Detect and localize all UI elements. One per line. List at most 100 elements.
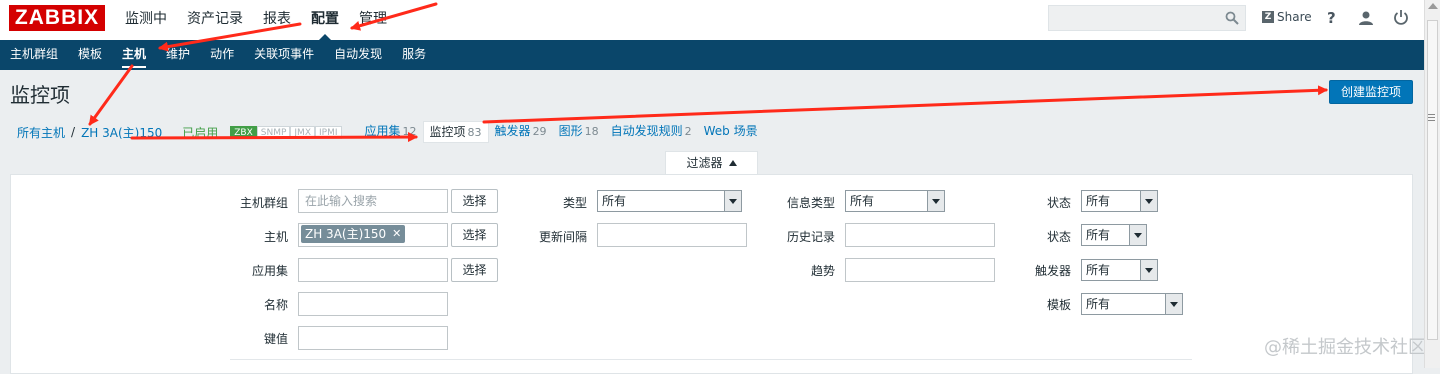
nav-maintenance[interactable]: 维护	[156, 40, 200, 70]
nav-services[interactable]: 服务	[392, 40, 436, 70]
host-select-button[interactable]: 选择	[451, 223, 498, 247]
zabbix-share-icon: Z	[1262, 11, 1274, 23]
arrow-to-host-breadcrumb	[88, 64, 134, 126]
type-select-value: 所有	[602, 194, 627, 208]
key-input[interactable]	[298, 326, 448, 350]
state-label: 状态	[1046, 196, 1071, 210]
tab-count: 83	[467, 126, 482, 139]
tab-count: 18	[584, 125, 599, 138]
nav-correlation[interactable]: 关联项事件	[244, 40, 324, 70]
nav-discovery[interactable]: 自动发现	[324, 40, 392, 70]
tag-snmp: SNMP	[256, 125, 291, 139]
nav-hosts[interactable]: 主机	[112, 40, 156, 70]
scroll-grip-icon	[1428, 114, 1435, 115]
template-select-value: 所有	[1086, 297, 1111, 311]
key-label: 键值	[263, 332, 288, 346]
status-select[interactable]: 所有	[1081, 224, 1147, 246]
collapse-arrow-icon	[728, 160, 737, 166]
host-group-label: 主机群组	[239, 196, 288, 210]
tab-count: 29	[532, 125, 547, 138]
triggers-label: 触发器	[1034, 264, 1071, 278]
host-group-input[interactable]: 在此输入搜索	[298, 189, 448, 213]
remove-chip-icon[interactable]: ✕	[392, 225, 401, 243]
create-item-button[interactable]: 创建监控项	[1329, 80, 1413, 104]
status-select-value: 所有	[1086, 228, 1111, 242]
tab-label: Web 场景	[703, 124, 758, 138]
triggers-select[interactable]: 所有	[1081, 259, 1158, 281]
application-label: 应用集	[251, 264, 288, 278]
breadcrumb-host[interactable]: ZH 3A(主)150	[81, 124, 162, 141]
state-select[interactable]: 所有	[1081, 190, 1158, 212]
scroll-thumb[interactable]	[1427, 20, 1438, 340]
name-label: 名称	[263, 298, 288, 312]
nav-actions[interactable]: 动作	[200, 40, 244, 70]
watermark: @稀土掘金技术社区	[1264, 337, 1426, 358]
tag-jmx: JMX	[290, 125, 315, 139]
host-group-placeholder: 在此输入搜索	[305, 194, 378, 208]
menu-administration[interactable]: 管理	[359, 0, 387, 40]
dropdown-arrow-icon	[1140, 191, 1157, 211]
application-input[interactable]	[298, 258, 448, 282]
name-input[interactable]	[298, 292, 448, 316]
dropdown-arrow-icon	[724, 191, 741, 211]
share-link[interactable]: Z Share	[1262, 10, 1312, 24]
history-input[interactable]	[845, 223, 995, 247]
filter-toggle-tab[interactable]: 过滤器	[665, 151, 758, 175]
update-interval-input[interactable]	[597, 223, 747, 247]
application-select-button[interactable]: 选择	[451, 258, 498, 282]
scroll-up-icon[interactable]	[1428, 3, 1438, 9]
tab-triggers[interactable]: 触发器 29	[489, 121, 553, 143]
filter-divider	[230, 359, 1192, 360]
global-search-input[interactable]	[1048, 5, 1246, 31]
nav-host-groups[interactable]: 主机群组	[0, 40, 68, 70]
nav-templates[interactable]: 模板	[68, 40, 112, 70]
menu-configuration[interactable]: 配置	[311, 0, 339, 40]
tab-graphs[interactable]: 图形 18	[553, 121, 605, 143]
tab-discovery-rules[interactable]: 自动发现规则 2	[605, 121, 698, 143]
host-group-select-button[interactable]: 选择	[451, 189, 498, 213]
dropdown-arrow-icon	[1165, 294, 1182, 314]
help-icon[interactable]: ?	[1327, 9, 1336, 27]
menu-monitoring[interactable]: 监测中	[125, 0, 167, 40]
tab-applications[interactable]: 应用集 12	[359, 121, 423, 143]
availability-tags: ZBX SNMP JMX IPMI	[230, 125, 342, 139]
dropdown-arrow-icon	[927, 191, 944, 211]
type-label: 类型	[562, 196, 587, 210]
menu-inventory[interactable]: 资产记录	[187, 0, 243, 40]
tab-label: 监控项	[429, 125, 466, 139]
state-select-value: 所有	[1086, 194, 1111, 208]
top-header: ZABBIX 监测中 资产记录 报表 配置 管理 Z Share ?	[0, 0, 1424, 40]
tab-items[interactable]: 监控项 83	[422, 121, 489, 143]
page-title: 监控项	[10, 83, 70, 107]
info-type-select[interactable]: 所有	[845, 190, 945, 212]
tab-label: 自动发现规则	[610, 124, 683, 138]
sub-menu: 主机群组 模板 主机 维护 动作 关联项事件 自动发现 服务	[0, 40, 1424, 70]
status-label: 状态	[1046, 230, 1071, 244]
tab-label: 应用集	[364, 124, 401, 138]
zabbix-logo[interactable]: ZABBIX	[9, 5, 105, 31]
tab-count: 2	[684, 125, 692, 138]
breadcrumb-all-hosts[interactable]: 所有主机	[17, 124, 65, 141]
tab-label: 触发器	[494, 124, 531, 138]
tab-label: 图形	[558, 124, 583, 138]
breadcrumb: 所有主机 / ZH 3A(主)150 已启用 ZBX SNMP JMX IPMI…	[17, 121, 766, 143]
info-type-select-value: 所有	[850, 194, 875, 208]
trends-label: 趋势	[810, 264, 835, 278]
tag-zbx: ZBX	[230, 125, 257, 139]
tag-ipmi: IPMI	[315, 125, 342, 139]
host-tabs: 应用集 12 监控项 83 触发器 29 图形 18 自动发现规则 2 Web 场景	[359, 121, 766, 143]
user-profile-icon[interactable]	[1358, 10, 1374, 26]
sign-out-icon[interactable]	[1393, 9, 1409, 25]
vertical-scrollbar[interactable]	[1424, 0, 1440, 368]
host-label: 主机	[263, 230, 288, 244]
dropdown-arrow-icon	[1129, 225, 1146, 245]
type-select[interactable]: 所有	[597, 190, 742, 212]
tab-web-scenarios[interactable]: Web 场景	[698, 121, 766, 143]
menu-reports[interactable]: 报表	[263, 0, 291, 40]
host-status-enabled[interactable]: 已启用	[182, 124, 218, 141]
host-chip-label: ZH 3A(主)150	[305, 227, 387, 241]
trends-input[interactable]	[845, 258, 995, 282]
template-select[interactable]: 所有	[1081, 293, 1183, 315]
search-icon[interactable]	[1225, 11, 1239, 25]
share-label: Share	[1277, 10, 1312, 24]
